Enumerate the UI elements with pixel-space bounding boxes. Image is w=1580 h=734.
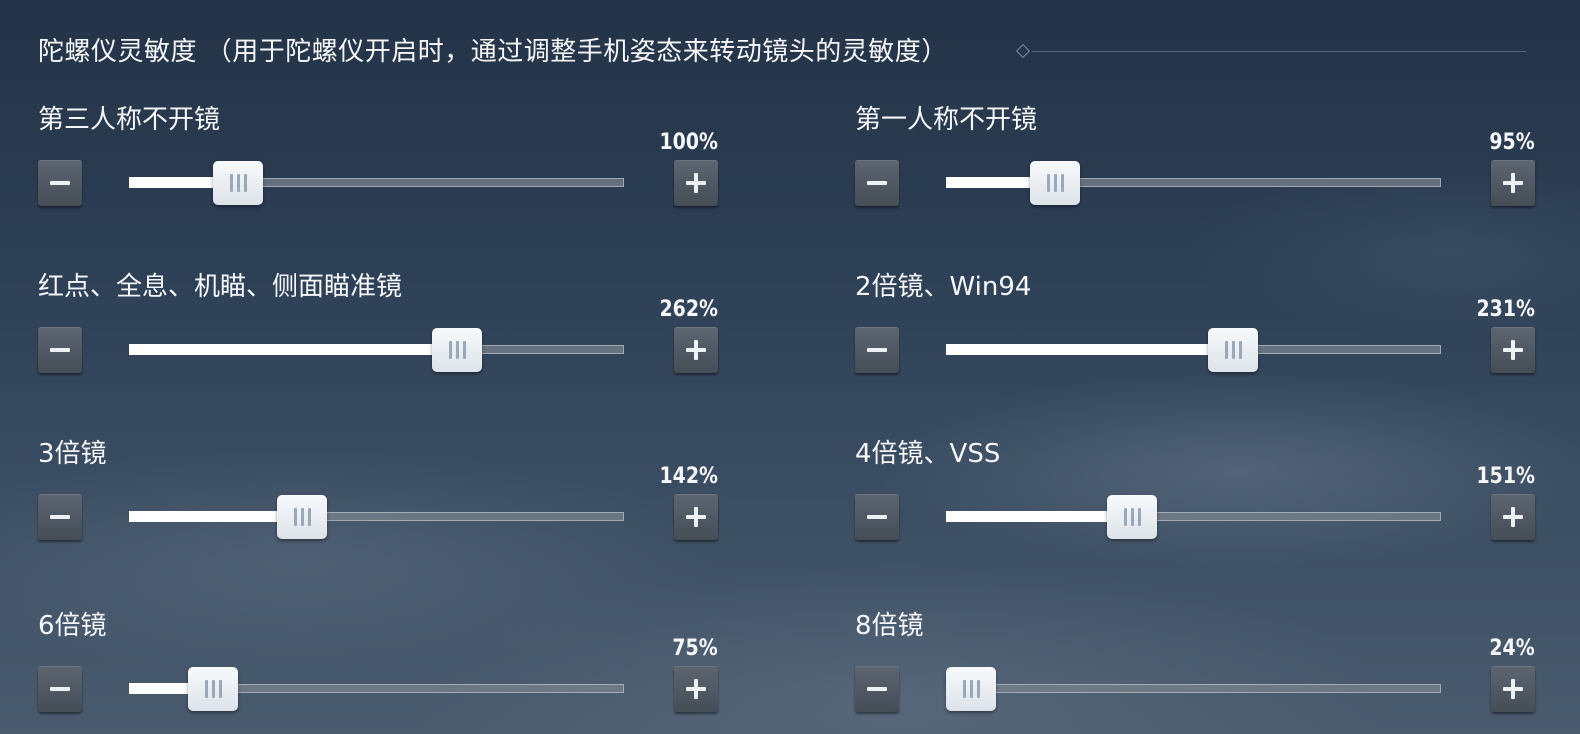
setting-value: 151% (1476, 464, 1535, 489)
sensitivity-slider[interactable] (946, 328, 1441, 372)
slider-thumb[interactable] (1029, 161, 1080, 205)
setting-3x: 3倍镜 142% (38, 437, 718, 547)
sensitivity-slider[interactable] (129, 328, 624, 372)
setting-red-dot-holo: 红点、全息、机瞄、侧面瞄准镜 262% (38, 270, 718, 380)
increase-button[interactable] (674, 327, 718, 373)
sensitivity-slider[interactable] (946, 161, 1441, 205)
setting-value: 262% (659, 297, 718, 322)
decrease-button[interactable] (38, 160, 82, 206)
setting-label: 8倍镜 (855, 611, 924, 641)
minus-icon (867, 687, 887, 691)
grip-line-icon (243, 174, 247, 192)
header-divider (1032, 51, 1526, 52)
setting-6x: 6倍镜 75% (38, 609, 718, 719)
sensitivity-slider[interactable] (945, 667, 1441, 711)
grip-line-icon (463, 341, 467, 359)
minus-icon (50, 687, 70, 691)
grip-line-icon (1053, 174, 1057, 192)
grip-line-icon (1046, 174, 1050, 192)
slider-thumb[interactable] (432, 328, 483, 372)
setting-value: 24% (1489, 636, 1535, 661)
decrease-button[interactable] (855, 327, 899, 373)
slider-thumb[interactable] (1207, 328, 1258, 372)
increase-button[interactable] (674, 666, 718, 712)
sensitivity-slider[interactable] (129, 667, 624, 711)
decrease-button[interactable] (38, 327, 82, 373)
decrease-button[interactable] (855, 494, 899, 540)
grip-line-icon (1137, 508, 1141, 526)
slider-thumb[interactable] (277, 495, 328, 539)
minus-icon (867, 348, 887, 352)
section-title: 陀螺仪灵敏度 （用于陀螺仪开启时，通过调整手机姿态来转动镜头的灵敏度） (38, 37, 948, 67)
setting-label: 4倍镜、VSS (855, 439, 1001, 469)
grip-line-icon (1123, 508, 1127, 526)
setting-value: 75% (672, 636, 718, 661)
grip-line-icon (449, 341, 453, 359)
setting-label: 红点、全息、机瞄、侧面瞄准镜 (38, 272, 403, 302)
increase-button[interactable] (1491, 494, 1535, 540)
grip-line-icon (212, 680, 216, 698)
grip-line-icon (1060, 174, 1064, 192)
slider-fill (129, 511, 303, 522)
slider-thumb[interactable] (945, 667, 996, 711)
grip-line-icon (969, 680, 973, 698)
slider-track (946, 684, 1441, 693)
sensitivity-slider[interactable] (946, 495, 1441, 539)
grip-line-icon (308, 508, 312, 526)
decrease-button[interactable] (38, 666, 82, 712)
setting-fpp-no-scope: 第一人称不开镜 95% (855, 103, 1535, 213)
minus-icon (50, 515, 70, 519)
increase-button[interactable] (1491, 327, 1535, 373)
slider-fill (946, 511, 1132, 522)
increase-button[interactable] (1491, 160, 1535, 206)
slider-fill (946, 344, 1233, 355)
setting-2x-win94: 2倍镜、Win94 231% (855, 270, 1535, 380)
grip-line-icon (236, 174, 240, 192)
increase-button[interactable] (674, 160, 718, 206)
setting-label: 2倍镜、Win94 (855, 272, 1032, 302)
slider-thumb[interactable] (188, 667, 239, 711)
grip-line-icon (205, 680, 209, 698)
minus-icon (50, 181, 70, 185)
grip-line-icon (456, 341, 460, 359)
setting-label: 第一人称不开镜 (855, 105, 1038, 135)
decrease-button[interactable] (855, 160, 899, 206)
slider-thumb[interactable] (1106, 495, 1157, 539)
grip-line-icon (1231, 341, 1235, 359)
grip-line-icon (1130, 508, 1134, 526)
section-header: 陀螺仪灵敏度 （用于陀螺仪开启时，通过调整手机姿态来转动镜头的灵敏度） (38, 34, 1538, 70)
sensitivity-slider[interactable] (129, 161, 624, 205)
setting-8x: 8倍镜 24% (855, 609, 1535, 719)
grip-line-icon (219, 680, 223, 698)
setting-4x-vss: 4倍镜、VSS 151% (855, 437, 1535, 547)
grip-line-icon (301, 508, 305, 526)
grip-line-icon (294, 508, 298, 526)
minus-icon (867, 515, 887, 519)
diamond-ornament-icon (1015, 43, 1031, 59)
minus-icon (50, 348, 70, 352)
increase-button[interactable] (674, 494, 718, 540)
setting-value: 95% (1489, 130, 1535, 155)
setting-label: 6倍镜 (38, 611, 107, 641)
setting-label: 3倍镜 (38, 439, 107, 469)
decrease-button[interactable] (855, 666, 899, 712)
setting-value: 231% (1476, 297, 1535, 322)
decrease-button[interactable] (38, 494, 82, 540)
setting-value: 100% (659, 130, 718, 155)
setting-label: 第三人称不开镜 (38, 105, 221, 135)
grip-line-icon (976, 680, 980, 698)
slider-thumb[interactable] (212, 161, 263, 205)
grip-line-icon (229, 174, 233, 192)
grip-line-icon (962, 680, 966, 698)
grip-line-icon (1224, 341, 1228, 359)
grip-line-icon (1238, 341, 1242, 359)
slider-fill (129, 344, 458, 355)
setting-value: 142% (659, 464, 718, 489)
setting-tpp-no-scope: 第三人称不开镜 100% (38, 103, 718, 213)
minus-icon (867, 181, 887, 185)
sensitivity-slider[interactable] (129, 495, 624, 539)
increase-button[interactable] (1491, 666, 1535, 712)
